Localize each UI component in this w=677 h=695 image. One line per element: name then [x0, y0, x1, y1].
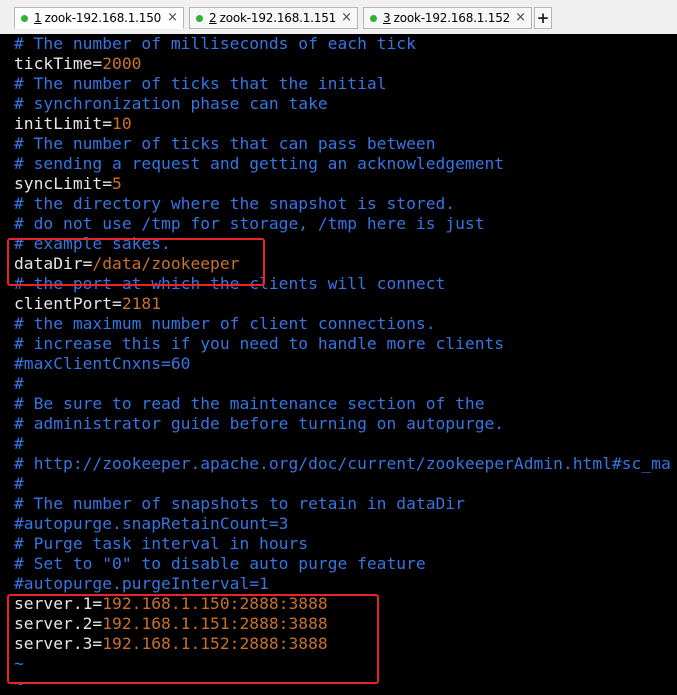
comment-text: # The number of ticks that can pass betw… [14, 134, 436, 153]
terminal-line: # The number of snapshots to retain in d… [14, 494, 671, 514]
comment-text: # the directory where the snapshot is st… [14, 194, 456, 213]
terminal-line: # The number of ticks that the initial [14, 74, 671, 94]
connection-status-icon [21, 14, 28, 22]
terminal-output[interactable]: # The number of milliseconds of each tic… [0, 34, 677, 695]
comment-text: # sending a request and getting an ackno… [14, 154, 505, 173]
comment-text: # Purge task interval in hours [14, 534, 309, 553]
tab-number: 3 [383, 11, 391, 25]
config-value: 10 [112, 114, 132, 133]
terminal-line: # http://zookeeper.apache.org/doc/curren… [14, 454, 671, 474]
terminal-line: # do not use /tmp for storage, /tmp here… [14, 214, 671, 234]
terminal-line: syncLimit=5 [14, 174, 671, 194]
config-value: 2000 [102, 54, 142, 73]
comment-text: # http://zookeeper.apache.org/doc/curren… [14, 454, 671, 473]
terminal-line: initLimit=10 [14, 114, 671, 134]
comment-text: # administrator guide before turning on … [14, 414, 505, 433]
terminal-line: # administrator guide before turning on … [14, 414, 671, 434]
terminal-line: # The number of milliseconds of each tic… [14, 34, 671, 54]
comment-text: #autopurge.snapRetainCount=3 [14, 514, 289, 533]
comment-text: # do not use /tmp for storage, /tmp here… [14, 214, 485, 233]
terminal-line: # the maximum number of client connectio… [14, 314, 671, 334]
terminal-line: # The number of ticks that can pass betw… [14, 134, 671, 154]
comment-text: # increase this if you need to handle mo… [14, 334, 505, 353]
config-key: syncLimit= [14, 174, 113, 193]
comment-text: #maxClientCnxns=60 [14, 354, 191, 373]
terminal-line: # [14, 374, 671, 394]
terminal-line: #autopurge.snapRetainCount=3 [14, 514, 671, 534]
terminal-line: # Be sure to read the maintenance sectio… [14, 394, 671, 414]
tab-number: 2 [209, 11, 217, 25]
comment-text: # The number of ticks that the initial [14, 74, 387, 93]
terminal-line: #maxClientCnxns=60 [14, 354, 671, 374]
terminal-line: # Purge task interval in hours [14, 534, 671, 554]
terminal-line: # Set to "0" to disable auto purge featu… [14, 554, 671, 574]
tab-label: zook-192.168.1.151 [219, 11, 337, 25]
terminal-line: # synchronization phase can take [14, 94, 671, 114]
terminal-line: # the directory where the snapshot is st… [14, 194, 671, 214]
tab-session-1[interactable]: 1 zook-192.168.1.150 × [14, 7, 184, 29]
comment-text: # synchronization phase can take [14, 94, 328, 113]
config-key: initLimit= [14, 114, 113, 133]
tab-number: 1 [34, 11, 42, 25]
comment-text: # [14, 434, 24, 453]
terminal-line: # [14, 434, 671, 454]
config-key: tickTime= [14, 54, 103, 73]
comment-text: # the maximum number of client connectio… [14, 314, 436, 333]
tab-bar: 1 zook-192.168.1.150 × 2 zook-192.168.1.… [0, 0, 677, 35]
terminal-line: tickTime=2000 [14, 54, 671, 74]
terminal-line: #autopurge.purgeInterval=1 [14, 574, 671, 594]
datadir-highlight-box [7, 238, 265, 286]
comment-text: # Be sure to read the maintenance sectio… [14, 394, 485, 413]
new-tab-button[interactable]: + [534, 7, 552, 29]
comment-text: # The number of snapshots to retain in d… [14, 494, 465, 513]
config-key: clientPort= [14, 294, 122, 313]
config-value: 2181 [121, 294, 162, 313]
tab-session-2[interactable]: 2 zook-192.168.1.151 × [189, 7, 358, 29]
close-tab-icon[interactable]: × [341, 10, 352, 25]
comment-text: #autopurge.purgeInterval=1 [14, 574, 269, 593]
terminal-line: clientPort=2181 [14, 294, 671, 314]
tab-session-3[interactable]: 3 zook-192.168.1.152 × [363, 7, 532, 29]
connection-status-icon [370, 14, 377, 22]
config-value: 5 [112, 174, 122, 193]
close-tab-icon[interactable]: × [515, 10, 526, 25]
comment-text: # [14, 374, 24, 393]
terminal-line: # sending a request and getting an ackno… [14, 154, 671, 174]
terminal-line: # increase this if you need to handle mo… [14, 334, 671, 354]
tab-label: zook-192.168.1.152 [393, 11, 511, 25]
servers-highlight-box [7, 594, 379, 684]
terminal-line: # [14, 474, 671, 494]
tab-label: zook-192.168.1.150 [44, 11, 162, 25]
close-tab-icon[interactable]: × [167, 10, 178, 25]
connection-status-icon [196, 14, 203, 22]
comment-text: # The number of milliseconds of each tic… [14, 34, 416, 53]
comment-text: # Set to "0" to disable auto purge featu… [14, 554, 426, 573]
comment-text: # [14, 474, 24, 493]
